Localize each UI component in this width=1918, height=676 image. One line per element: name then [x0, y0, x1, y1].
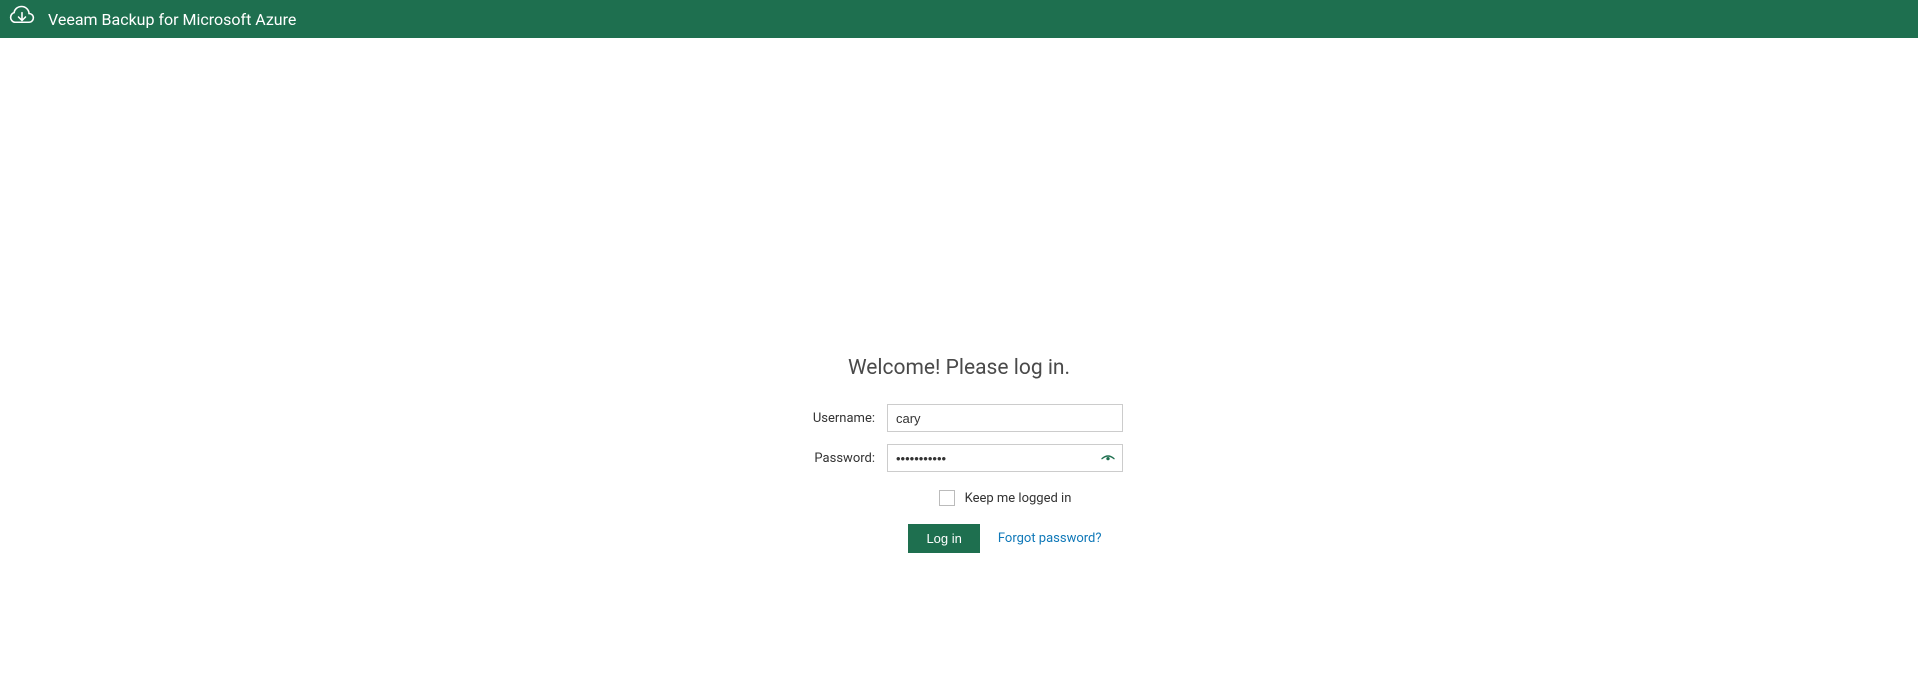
keep-logged-in-checkbox[interactable]: [939, 490, 955, 506]
header-logo: Veeam Backup for Microsoft Azure: [8, 3, 296, 35]
header-title: Veeam Backup for Microsoft Azure: [48, 10, 296, 29]
cloud-arrow-icon: [8, 3, 48, 35]
password-input-wrapper: [887, 444, 1123, 472]
username-input-wrapper: [887, 404, 1123, 432]
header: Veeam Backup for Microsoft Azure: [0, 0, 1918, 38]
welcome-heading: Welcome! Please log in.: [848, 356, 1070, 380]
login-button[interactable]: Log in: [908, 524, 979, 553]
keep-logged-in-label[interactable]: Keep me logged in: [965, 491, 1072, 506]
username-input[interactable]: [887, 404, 1123, 432]
username-label: Username:: [795, 411, 875, 426]
keep-logged-in-row: Keep me logged in: [939, 490, 1072, 506]
password-input[interactable]: [887, 444, 1123, 472]
password-label: Password:: [795, 451, 875, 466]
forgot-password-link[interactable]: Forgot password?: [998, 531, 1102, 546]
username-row: Username:: [795, 404, 1123, 432]
button-row: Log in Forgot password?: [908, 524, 1101, 553]
eye-icon[interactable]: [1099, 449, 1117, 467]
password-row: Password:: [795, 444, 1123, 472]
login-container: Welcome! Please log in. Username: Passwo…: [0, 356, 1918, 553]
